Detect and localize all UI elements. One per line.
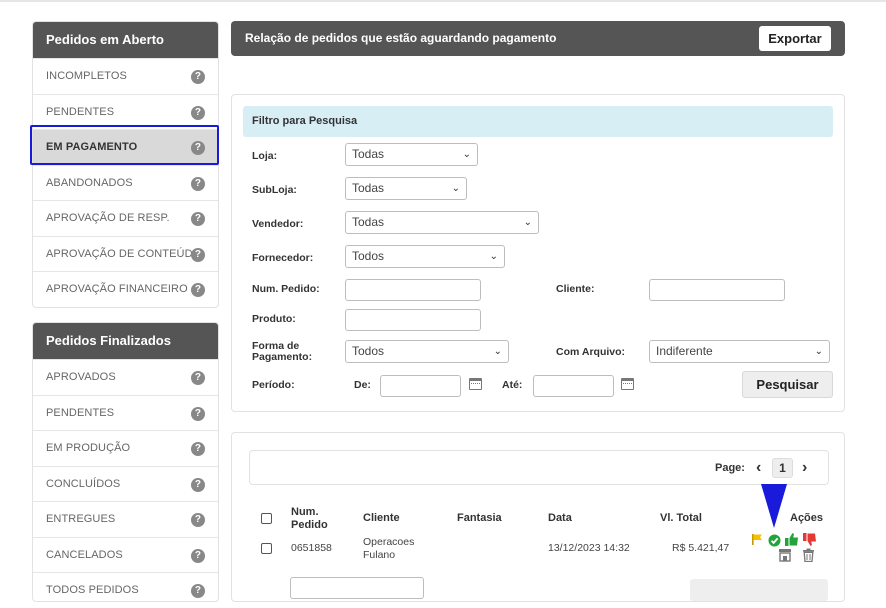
chevron-down-icon: ⌄ — [451, 183, 460, 194]
date-from-input[interactable] — [380, 375, 461, 397]
thumbs-up-icon[interactable] — [784, 532, 799, 547]
produto-input[interactable] — [345, 309, 481, 331]
date-to-input[interactable] — [533, 375, 614, 397]
sidebar-item-cancelados[interactable]: CANCELADOS? — [33, 536, 218, 573]
periodo-label: Período: — [252, 379, 295, 391]
help-icon[interactable]: ? — [191, 584, 205, 598]
fornecedor-label: Fornecedor: — [252, 252, 314, 264]
vendedor-label: Vendedor: — [252, 218, 304, 230]
sidebar-item-aprovacao-financeiro[interactable]: APROVAÇÃO FINANCEIRO? — [33, 271, 218, 307]
sidebar-item-em-pagamento[interactable]: EM PAGAMENTO? — [33, 129, 218, 165]
chevron-down-icon: ⌄ — [523, 217, 532, 228]
page-label: Page: — [715, 462, 745, 474]
help-icon[interactable]: ? — [191, 406, 205, 421]
ate-label: Até: — [502, 379, 523, 391]
cliente-label: Cliente: — [556, 283, 595, 295]
help-icon[interactable]: ? — [191, 176, 205, 191]
sidebar-item-entregues[interactable]: ENTREGUES? — [33, 501, 218, 537]
flag-icon[interactable] — [751, 533, 764, 546]
chevron-left-icon[interactable]: ‹ — [756, 451, 761, 484]
row-vl-total: R$ 5.421,47 — [672, 542, 730, 554]
col-cliente: Cliente — [363, 512, 400, 524]
page-title: Relação de pedidos que estão aguardando … — [245, 31, 557, 45]
export-button[interactable]: Exportar — [759, 26, 831, 51]
help-icon[interactable]: ? — [191, 70, 205, 84]
chevron-down-icon: ⌄ — [462, 149, 471, 160]
pagination: Page: ‹ 1 › — [249, 450, 829, 485]
closed-orders-panel: Pedidos Finalizados APROVADOS? PENDENTES… — [32, 322, 219, 602]
loja-select[interactable]: Todas ⌄ — [345, 143, 478, 166]
chevron-down-icon: ⌄ — [814, 346, 823, 357]
sidebar-item-abandonados[interactable]: ABANDONADOS? — [33, 164, 218, 201]
col-acoes: Ações — [790, 512, 824, 524]
sidebar-item-aprovacao-resp[interactable]: APROVAÇÃO DE RESP.? — [33, 200, 218, 236]
help-icon[interactable]: ? — [191, 105, 205, 120]
current-page[interactable]: 1 — [772, 458, 793, 478]
de-label: De: — [354, 379, 371, 391]
trash-icon[interactable] — [802, 548, 815, 562]
page-size-input[interactable] — [290, 577, 424, 599]
approve-check-icon[interactable] — [768, 534, 781, 547]
sidebar-item-aprovacao-conteudo[interactable]: APROVAÇÃO DE CONTEÚDO? — [33, 235, 218, 272]
com-arquivo-label: Com Arquivo: — [556, 346, 626, 358]
sidebar-item-pendentes[interactable]: PENDENTES? — [33, 93, 218, 130]
col-vl-total: Vl. Total — [660, 512, 702, 524]
help-icon[interactable]: ? — [191, 141, 205, 155]
select-all-checkbox[interactable] — [261, 513, 272, 524]
produto-label: Produto: — [252, 313, 296, 325]
help-icon[interactable]: ? — [191, 283, 205, 297]
help-icon[interactable]: ? — [191, 477, 205, 492]
fornecedor-select[interactable]: Todos ⌄ — [345, 245, 505, 268]
col-fantasia: Fantasia — [457, 512, 502, 524]
col-num-pedido: Num. Pedido — [291, 506, 328, 531]
sidebar-item-aprovados[interactable]: APROVADOS? — [33, 359, 218, 395]
loja-label: Loja: — [252, 150, 278, 162]
open-orders-panel: Pedidos em Aberto INCOMPLETOS? PENDENTES… — [32, 21, 219, 308]
closed-orders-title: Pedidos Finalizados — [33, 323, 218, 359]
com-arquivo-select[interactable]: Indiferente ⌄ — [649, 340, 830, 363]
bulk-action-button[interactable] — [690, 579, 828, 601]
chevron-down-icon: ⌄ — [493, 346, 502, 357]
num-pedido-input[interactable] — [345, 279, 481, 301]
forma-pagamento-label: Forma de Pagamento: — [252, 340, 313, 363]
row-num-pedido[interactable]: 0651858 — [291, 542, 332, 555]
vendedor-select[interactable]: Todas ⌄ — [345, 211, 539, 234]
calendar-icon[interactable] — [621, 378, 634, 390]
store-icon[interactable] — [778, 548, 792, 562]
sidebar-item-concluidos[interactable]: CONCLUÍDOS? — [33, 465, 218, 502]
help-icon[interactable]: ? — [191, 212, 205, 226]
row-cliente: Operacoes Fulano — [363, 536, 415, 561]
thumbs-down-icon[interactable] — [802, 532, 817, 547]
page-header: Relação de pedidos que estão aguardando … — [231, 21, 845, 56]
help-icon[interactable]: ? — [191, 513, 205, 527]
filter-panel: Filtro para Pesquisa Loja: Todas ⌄ SubLoj… — [231, 94, 845, 412]
subloja-select[interactable]: Todas ⌄ — [345, 177, 467, 200]
sidebar-item-em-producao[interactable]: EM PRODUÇÃO? — [33, 430, 218, 466]
help-icon[interactable]: ? — [191, 442, 205, 456]
filter-title: Filtro para Pesquisa — [243, 106, 833, 137]
cliente-input[interactable] — [649, 279, 785, 301]
help-icon[interactable]: ? — [191, 371, 205, 385]
row-checkbox[interactable] — [261, 543, 272, 554]
down-arrow-annotation — [761, 484, 787, 528]
forma-pagamento-select[interactable]: Todos ⌄ — [345, 340, 509, 363]
help-icon[interactable]: ? — [191, 247, 205, 262]
help-icon[interactable]: ? — [191, 548, 205, 563]
chevron-down-icon: ⌄ — [489, 251, 498, 262]
num-pedido-label: Num. Pedido: — [252, 283, 320, 295]
calendar-icon[interactable] — [469, 378, 482, 390]
sidebar-item-pendentes-finalizados[interactable]: PENDENTES? — [33, 394, 218, 431]
col-data: Data — [548, 512, 572, 524]
top-divider — [0, 0, 886, 2]
sidebar-item-incompletos[interactable]: INCOMPLETOS? — [33, 58, 218, 94]
open-orders-title: Pedidos em Aberto — [33, 22, 218, 58]
search-button[interactable]: Pesquisar — [742, 371, 833, 398]
row-data: 13/12/2023 14:32 — [548, 542, 630, 554]
subloja-label: SubLoja: — [252, 184, 297, 196]
sidebar-item-todos-pedidos[interactable]: TODOS PEDIDOS? — [33, 572, 218, 608]
results-panel: Page: ‹ 1 › Num. Pedido Cliente Fantasia … — [231, 432, 845, 602]
chevron-right-icon[interactable]: › — [802, 451, 807, 484]
